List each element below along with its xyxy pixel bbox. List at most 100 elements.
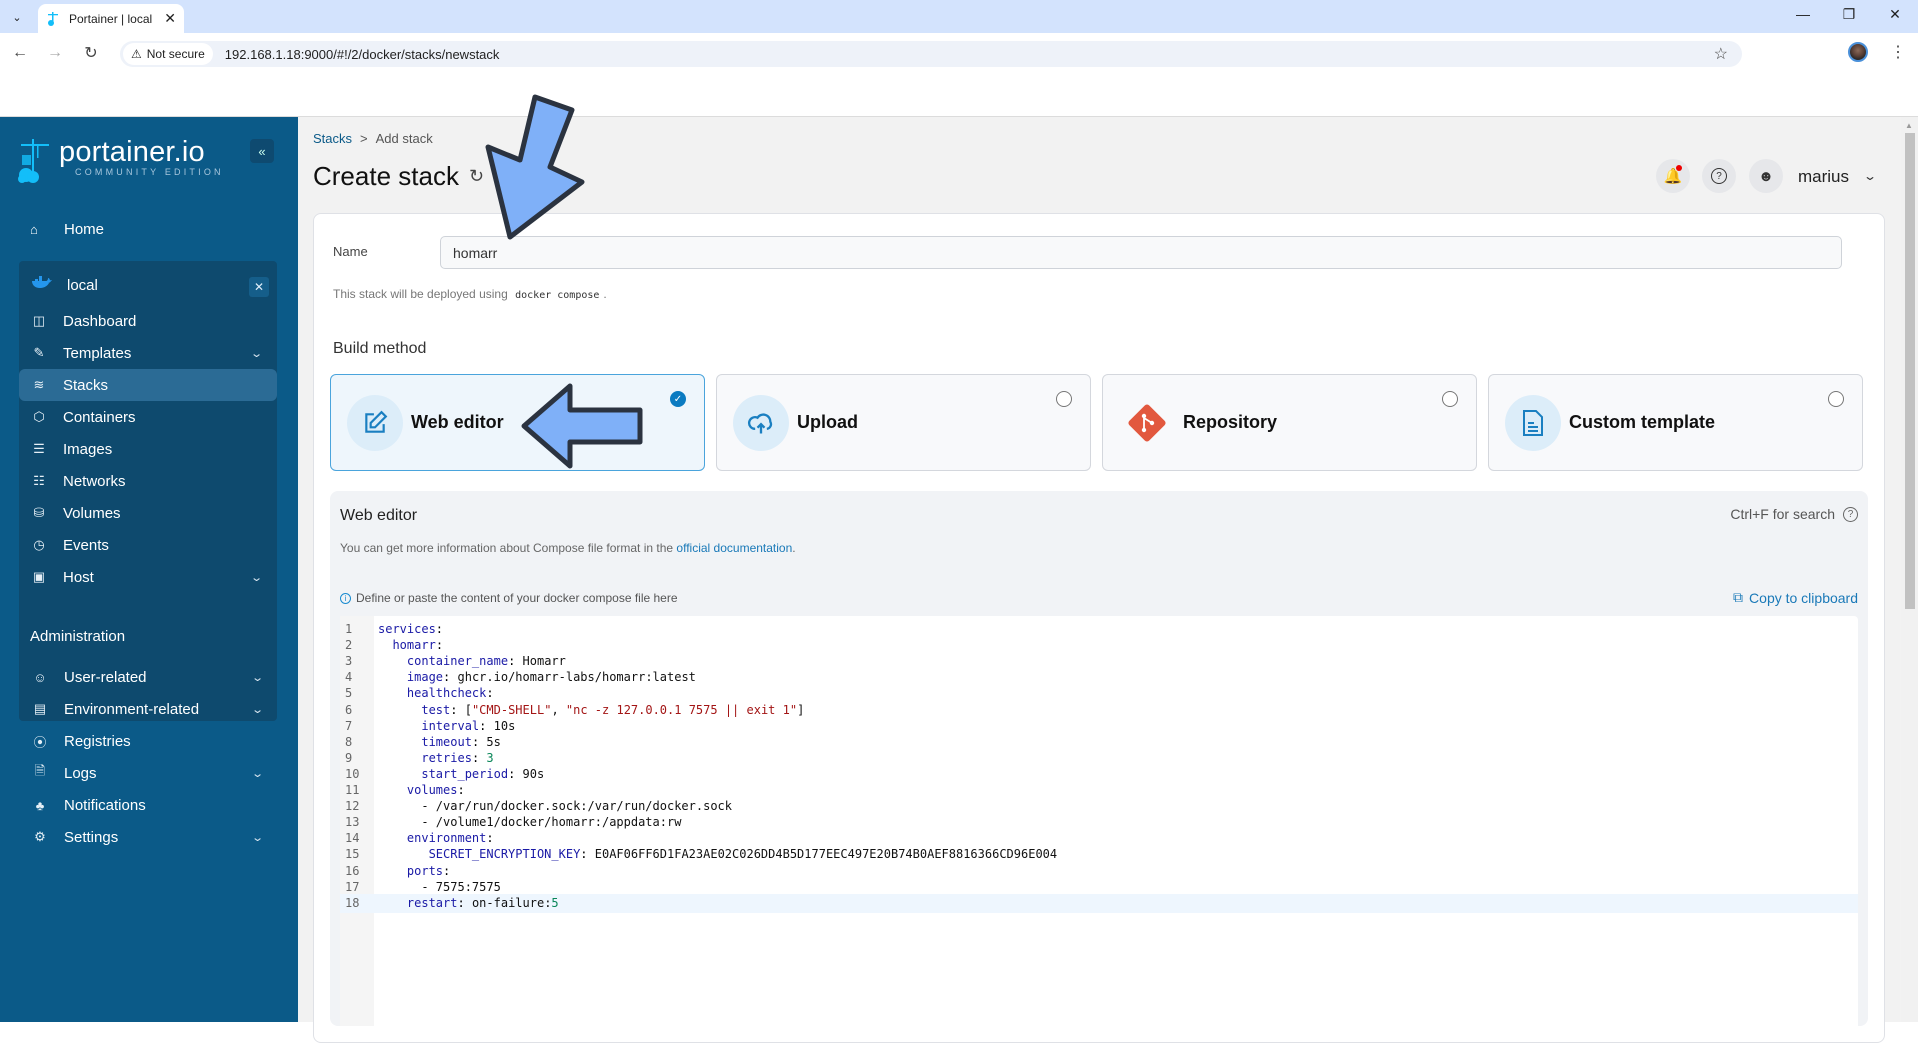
scroll-up-arrow-icon[interactable]: ▲ [1905, 121, 1913, 130]
breadcrumb-stacks-link[interactable]: Stacks [313, 131, 352, 146]
sidebar-item-volumes[interactable]: ⛁ Volumes [19, 497, 277, 529]
official-documentation-link[interactable]: official documentation [676, 541, 792, 555]
stack-name-input[interactable]: homarr [440, 236, 1842, 269]
build-method-web-editor[interactable]: Web editor ✓ [330, 374, 705, 471]
code-editor[interactable]: 1 services: 2 homarr: 3 container_name: Hom… [340, 616, 1858, 1026]
edit-icon [347, 395, 403, 451]
user-icon: ☻ [1758, 167, 1774, 185]
portainer-logo[interactable]: portainer.io COMMUNITY EDITION [17, 137, 224, 185]
minimize-icon[interactable]: — [1788, 6, 1818, 22]
code-line[interactable]: 18 restart: on-failure:5 [340, 893, 1858, 914]
logo-subtext: COMMUNITY EDITION [75, 167, 224, 177]
hint-suffix: . [603, 287, 607, 301]
sidebar-item-label: Environment-related [64, 700, 200, 718]
radio-button[interactable] [1828, 391, 1844, 407]
collapse-sidebar-button[interactable]: « [250, 139, 274, 163]
info-text: You can get more information about Compo… [340, 541, 674, 555]
chevron-down-icon[interactable]: ⌄ [251, 671, 264, 684]
sidebar-item-templates[interactable]: ✎ Templates ⌄ [19, 337, 277, 369]
profile-avatar[interactable] [1848, 42, 1868, 62]
restore-icon[interactable]: ❐ [1834, 6, 1864, 23]
code-text: restart: on-failure:5 [406, 895, 559, 910]
compose-info: You can get more information about Compo… [340, 541, 796, 555]
build-method-heading: Build method [333, 340, 427, 357]
settings-icon: ⚙ [34, 829, 46, 844]
build-method-repository[interactable]: Repository [1102, 374, 1477, 471]
sidebar-item-user-related[interactable]: ☺ User-related ⌄ [20, 661, 278, 693]
chevron-down-icon[interactable]: ⌄ [251, 767, 264, 780]
help-button[interactable]: ? [1702, 159, 1736, 193]
clock-icon: ◷ [33, 537, 45, 552]
help-icon: ? [1711, 168, 1727, 184]
sidebar-item-images[interactable]: ☰ Images [19, 433, 277, 465]
url-text[interactable]: 192.168.1.18:9000/#!/2/docker/stacks/new… [225, 47, 500, 62]
sidebar-item-label: Registries [64, 732, 131, 750]
sidebar-item-networks[interactable]: ☷ Networks [19, 465, 277, 497]
radio-button[interactable] [1442, 391, 1458, 407]
web-editor-panel: Web editor Ctrl+F for search ? You can g… [330, 491, 1868, 1026]
sidebar-item-logs[interactable]: 🗎 Logs ⌄ [20, 757, 278, 789]
radio-button[interactable] [1056, 391, 1072, 407]
home-icon: ⌂ [30, 221, 38, 237]
close-window-icon[interactable]: ✕ [1880, 6, 1910, 23]
refresh-icon[interactable]: ↻ [469, 166, 484, 187]
build-method-label: Custom template [1569, 412, 1716, 432]
sidebar-item-events[interactable]: ◷ Events [19, 529, 277, 561]
address-bar-row: ← → ↻ ⚠ Not secure 192.168.1.18:9000/#!/… [0, 33, 1918, 117]
selected-check-icon[interactable]: ✓ [670, 391, 686, 407]
sidebar-item-label: Templates [63, 344, 132, 362]
chevron-down-icon[interactable]: ⌄ [1863, 169, 1877, 183]
user-menu-button[interactable]: ☻ [1749, 159, 1783, 193]
sidebar-item-home[interactable]: ⌂ Home [20, 213, 278, 245]
sidebar-item-host[interactable]: ▣ Host ⌄ [19, 561, 277, 593]
create-stack-form: Name homarr This stack will be deployed … [313, 213, 1885, 1043]
bookmark-star-icon[interactable]: ☆ [1714, 44, 1728, 64]
list-icon: ☰ [33, 441, 45, 456]
sidebar-item-label: Logs [64, 764, 97, 782]
close-icon: ✕ [253, 280, 265, 294]
sidebar-item-containers[interactable]: ⬡ Containers [19, 401, 277, 433]
scrollbar-thumb[interactable] [1905, 133, 1915, 609]
clear-environment-button[interactable]: ✕ [249, 277, 269, 297]
site-info-button[interactable]: ⚠ Not secure [123, 43, 213, 65]
reload-icon[interactable]: ↻ [80, 42, 102, 64]
browser-menu-icon[interactable]: ⋮ [1890, 42, 1906, 62]
build-method-custom-template[interactable]: Custom template [1488, 374, 1863, 471]
sidebar-item-environment-related[interactable]: ▤ Environment-related ⌄ [20, 693, 278, 725]
url-bar[interactable]: ⚠ Not secure 192.168.1.18:9000/#!/2/dock… [120, 41, 1742, 67]
sidebar-item-settings[interactable]: ⚙ Settings ⌄ [20, 821, 278, 853]
sidebar-item-dashboard[interactable]: ◫ Dashboard [19, 305, 277, 337]
browser-tab[interactable]: Portainer | local ✕ [38, 4, 184, 33]
page-scrollbar[interactable]: ▲ [1901, 117, 1918, 1022]
environment-header[interactable]: local ✕ [19, 267, 277, 303]
notifications-button[interactable]: 🔔 [1656, 159, 1690, 193]
sidebar-item-stacks[interactable]: ≋ Stacks [19, 369, 277, 401]
sidebar-item-notifications[interactable]: ♣ Notifications [20, 789, 278, 821]
breadcrumb-current: Add stack [375, 131, 433, 146]
dashboard-icon: ◫ [32, 313, 46, 328]
back-icon[interactable]: ← [9, 42, 31, 64]
chevron-down-icon[interactable]: ⌄ [250, 347, 263, 360]
build-method-upload[interactable]: Upload [716, 374, 1091, 471]
tab-search-button[interactable]: ⌄ [6, 6, 28, 28]
sidebar-item-label: Networks [63, 472, 126, 490]
info-icon: i [340, 592, 351, 604]
browser-tab-bar: ⌄ Portainer | local ✕ — ❐ ✕ [0, 0, 1918, 33]
portainer-favicon-icon [46, 11, 60, 26]
close-tab-icon[interactable]: ✕ [164, 10, 176, 27]
sidebar-item-label: Containers [63, 408, 136, 426]
chevron-down-icon[interactable]: ⌄ [250, 571, 263, 584]
forward-icon[interactable]: → [44, 42, 66, 64]
sidebar-item-label: Settings [64, 828, 119, 846]
define-hint: i Define or paste the content of your do… [340, 591, 678, 605]
help-icon[interactable]: ? [1843, 506, 1858, 522]
sidebar-item-label: Images [63, 440, 113, 458]
copy-to-clipboard-button[interactable]: ⧉ Copy to clipboard [1733, 589, 1858, 606]
username[interactable]: marius [1798, 167, 1849, 187]
chevron-down-icon[interactable]: ⌄ [251, 831, 264, 844]
page-title-row: Create stack ↻ [313, 161, 484, 192]
chevron-down-icon[interactable]: ⌄ [251, 703, 264, 716]
sidebar-item-registries[interactable]: ⦿ Registries [20, 725, 278, 757]
sidebar-item-label: Events [63, 536, 109, 554]
git-icon [1119, 395, 1175, 451]
